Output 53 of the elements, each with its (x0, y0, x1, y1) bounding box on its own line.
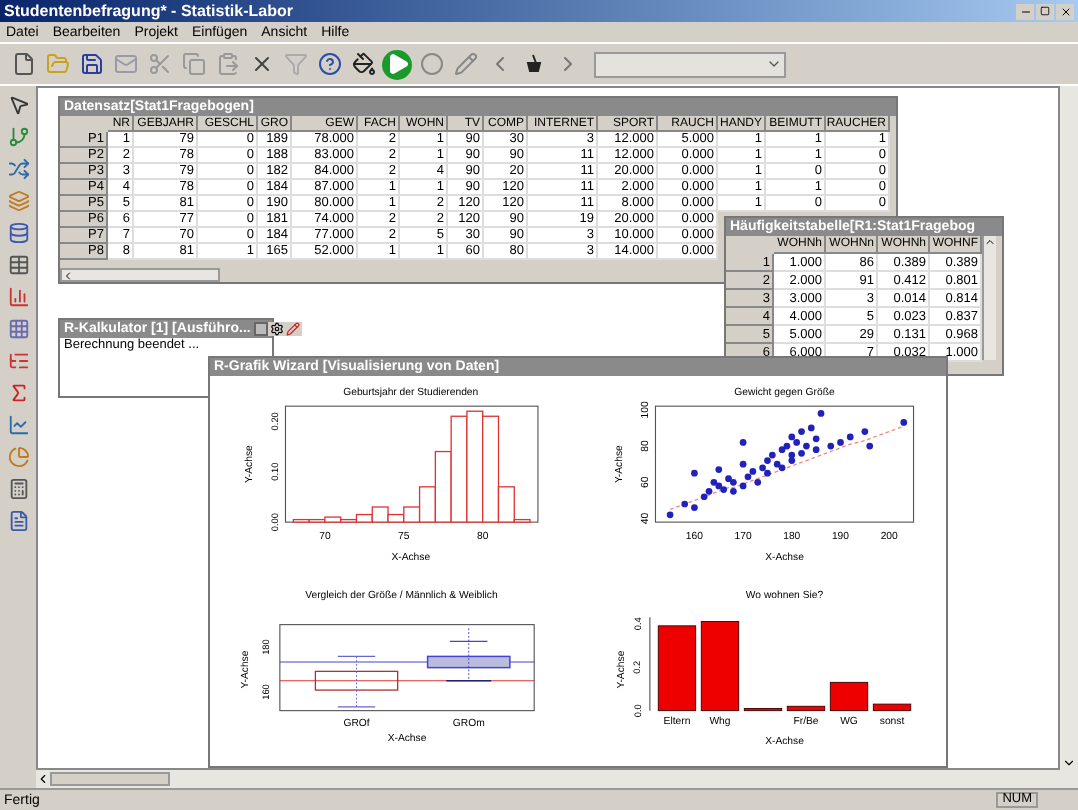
data-point (861, 428, 869, 435)
database-icon[interactable] (5, 220, 31, 246)
line-chart-icon[interactable] (5, 412, 31, 438)
horizontal-scrollbar[interactable] (60, 268, 220, 282)
minimize-button[interactable] (1016, 3, 1034, 19)
bar (829, 680, 869, 711)
pie-chart-icon[interactable] (5, 444, 31, 470)
vertical-scrollbar[interactable] (982, 236, 996, 360)
dropdown-field[interactable] (594, 51, 786, 77)
layers-icon[interactable] (5, 188, 31, 214)
calculator-icon[interactable] (5, 476, 31, 502)
vertical-scrollbar[interactable] (1060, 86, 1078, 770)
arrow-left-icon[interactable] (36, 772, 50, 786)
gear-icon[interactable] (270, 322, 285, 336)
maximize-button[interactable] (1036, 3, 1054, 19)
tree-icon[interactable] (5, 348, 31, 374)
pointer-icon[interactable] (5, 92, 31, 118)
bar-chart-icon[interactable] (5, 284, 31, 310)
data-point (739, 439, 747, 446)
table-icon[interactable] (5, 252, 31, 278)
bar (466, 410, 484, 523)
arrow-down-icon[interactable] (1062, 756, 1076, 770)
pencil-icon[interactable] (286, 322, 301, 336)
paint-bucket-icon[interactable] (348, 49, 378, 79)
close-button[interactable] (1056, 3, 1074, 19)
pencil-icon[interactable] (450, 49, 480, 79)
bar (872, 702, 912, 711)
play-icon[interactable] (382, 49, 412, 79)
scissors-icon[interactable] (144, 49, 174, 79)
data-point (666, 511, 674, 519)
bar (786, 704, 826, 711)
data-point (691, 469, 698, 477)
document-icon[interactable] (5, 508, 31, 534)
close-icon (1059, 5, 1071, 17)
data-point (817, 410, 825, 417)
help-icon[interactable] (314, 49, 344, 79)
data-point (900, 419, 908, 426)
data-point (866, 442, 874, 450)
bar (657, 624, 697, 711)
maximize-icon (1040, 6, 1050, 16)
shuffle-icon[interactable] (5, 156, 31, 182)
minimize-icon (1019, 5, 1031, 17)
copy-icon[interactable] (178, 49, 208, 79)
horizontal-scrollbar[interactable] (36, 770, 1078, 788)
bar (700, 620, 740, 711)
y-axis (649, 615, 651, 711)
circle-icon[interactable] (416, 49, 446, 79)
save-icon[interactable] (76, 49, 106, 79)
window-title: Studentenbefragung* - Statistik-Labor (4, 3, 293, 19)
grid-icon[interactable] (5, 316, 31, 342)
arrow-up-icon[interactable] (984, 236, 996, 248)
window-menu-icon[interactable] (254, 322, 269, 336)
caret-icon (766, 56, 782, 72)
